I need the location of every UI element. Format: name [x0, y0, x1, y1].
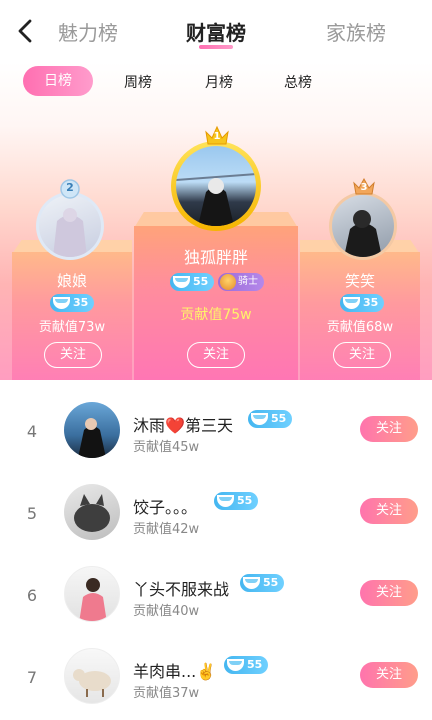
rank-number: 7: [26, 668, 38, 687]
bowl-icon: [243, 577, 260, 589]
contribution-value: 贡献值42w: [133, 522, 200, 537]
follow-button[interactable]: 关注: [360, 662, 418, 688]
crown-second-icon: 2: [59, 179, 81, 199]
name-first: 独孤胖胖: [183, 248, 248, 267]
rank-third: 3: [360, 182, 368, 193]
bowl-icon: [173, 276, 190, 288]
bowl-icon: [227, 659, 244, 671]
top-nav: 魅力榜 财富榜 家族榜: [0, 0, 432, 62]
follow-button-second[interactable]: 关注: [44, 342, 102, 368]
list-item[interactable]: 6 丫头不服来战 55 贡献值40w 关注: [0, 552, 432, 632]
tab-weekly[interactable]: 周榜: [124, 72, 152, 92]
avatar[interactable]: [64, 402, 120, 458]
list-item[interactable]: 5 饺子。。。 55 贡献值42w 关注: [0, 470, 432, 550]
avatar[interactable]: [64, 566, 120, 622]
crown-first-icon: 1: [204, 124, 230, 146]
bowl-icon: [343, 297, 360, 309]
level-badge: 55: [214, 492, 259, 510]
avatar-third[interactable]: [332, 195, 394, 257]
follow-button-third[interactable]: 关注: [333, 342, 391, 368]
user-name: 丫头不服来战: [133, 580, 230, 599]
rank-number: 6: [26, 586, 38, 605]
knight-badge: 骑士: [218, 273, 264, 291]
heart-icon: ❤️: [165, 416, 185, 435]
contribution-second: 贡献值73w: [38, 320, 106, 335]
bowl-icon: [217, 495, 234, 507]
active-tab-indicator: [199, 45, 233, 49]
tab-wealth[interactable]: 财富榜: [186, 17, 246, 46]
rank-number: 4: [26, 422, 38, 441]
level-badge-first: 55: [170, 273, 215, 291]
tab-charm[interactable]: 魅力榜: [58, 17, 118, 46]
contribution-third: 贡献值68w: [326, 320, 394, 335]
contribution-value: 贡献值40w: [133, 604, 200, 619]
name-second: 娘娘: [56, 272, 87, 290]
period-tabs: 日榜 周榜 月榜 总榜: [0, 66, 432, 96]
contribution-value: 贡献值37w: [133, 686, 200, 701]
tab-total[interactable]: 总榜: [284, 72, 312, 92]
rank-number: 5: [26, 504, 38, 523]
bowl-icon: [53, 297, 70, 309]
rank-first: 1: [213, 131, 221, 142]
bowl-icon: [251, 413, 268, 425]
crown-third-icon: 3: [352, 176, 376, 196]
avatar[interactable]: [64, 648, 120, 704]
avatar-first[interactable]: [176, 146, 256, 226]
back-arrow-icon[interactable]: [14, 18, 38, 44]
list-item[interactable]: 4 沐雨❤️第三天 55 贡献值45w 关注: [0, 388, 432, 468]
name-third: 笑笑: [344, 272, 375, 290]
level-badge: 55: [240, 574, 285, 592]
list-item[interactable]: 7 羊肉串...✌️ 55 贡献值37w 关注: [0, 634, 432, 714]
follow-button[interactable]: 关注: [360, 498, 418, 524]
level-badge: 55: [224, 656, 269, 674]
user-name: 羊肉串...✌️: [133, 662, 217, 681]
level-badge-third: 35: [340, 294, 385, 312]
tab-monthly[interactable]: 月榜: [205, 72, 233, 92]
follow-button-first[interactable]: 关注: [187, 342, 245, 368]
contribution-first: 贡献值75w: [180, 307, 252, 323]
user-name: 沐雨❤️第三天: [133, 416, 233, 435]
level-badge: 55: [248, 410, 293, 428]
rank-second: 2: [66, 181, 74, 194]
level-badge-second: 35: [50, 294, 95, 312]
follow-button[interactable]: 关注: [360, 416, 418, 442]
avatar-second[interactable]: [39, 195, 101, 257]
avatar[interactable]: [64, 484, 120, 540]
user-name: 饺子。。。: [133, 498, 198, 517]
contribution-value: 贡献值45w: [133, 440, 200, 455]
tab-family[interactable]: 家族榜: [326, 17, 386, 46]
tab-daily[interactable]: 日榜: [23, 66, 93, 96]
knight-shield-icon: [220, 274, 236, 290]
follow-button[interactable]: 关注: [360, 580, 418, 606]
